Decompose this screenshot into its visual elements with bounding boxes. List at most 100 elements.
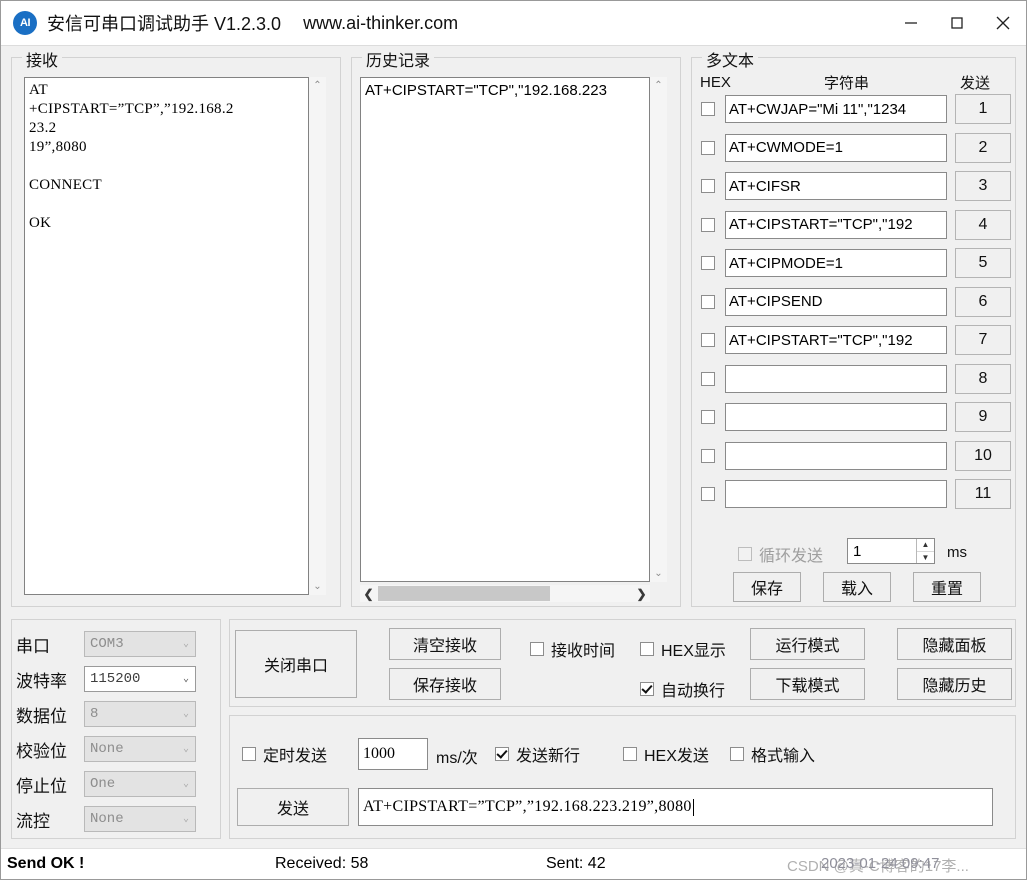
format-input-label: 格式输入 [751, 748, 816, 765]
window-controls [888, 1, 1026, 45]
multitext-send-button[interactable]: 1 [955, 94, 1011, 124]
window-url: www.ai-thinker.com [303, 12, 459, 33]
multitext-input[interactable]: AT+CIPMODE=1 [725, 249, 947, 277]
multitext-hex-checkbox[interactable] [701, 371, 715, 386]
serial-config-row: 波特率 115200 ⌄ [12, 664, 220, 694]
download-mode-button[interactable]: 下载模式 [750, 668, 865, 700]
multitext-input[interactable]: AT+CIPSEND [725, 287, 947, 316]
timed-send-checkbox[interactable] [242, 747, 256, 761]
toggle-port-button[interactable]: 关闭串口 [235, 630, 357, 698]
multitext-hex-checkbox[interactable] [701, 410, 715, 424]
timed-send-checkbox-row[interactable]: 定时发送 [242, 742, 327, 766]
receive-vertical-scrollbar[interactable]: ⌃ ⌄ [309, 77, 326, 595]
hex-display-checkbox-row[interactable]: HEX显示 [640, 637, 726, 661]
multitext-input[interactable] [725, 403, 947, 431]
multitext-send-button[interactable]: 5 [955, 248, 1011, 278]
scroll-down-icon[interactable]: ⌄ [650, 565, 667, 582]
clear-receive-button[interactable]: 清空接收 [389, 628, 501, 660]
hscroll-thumb[interactable] [378, 586, 550, 601]
multitext-send-button[interactable]: 2 [955, 132, 1011, 163]
serial-config-panel: 串口 COM3 ⌄ 波特率 115200 ⌄ 数据位 8 ⌄ 校验位 None ⌄ 停止位 One ⌄ 流控 N… [11, 619, 221, 839]
format-input-checkbox[interactable] [730, 747, 744, 761]
hide-history-button[interactable]: 隐藏历史 [897, 668, 1012, 700]
serial-config-label: 波特率 [16, 671, 67, 691]
chevron-down-icon: ⌄ [182, 639, 190, 650]
run-mode-button[interactable]: 运行模式 [750, 628, 865, 660]
send-input[interactable]: AT+CIPSTART=”TCP”,”192.168.223.219”,8080 [358, 788, 993, 826]
loop-interval-value[interactable]: 1 [848, 543, 916, 560]
send-newline-checkbox[interactable] [495, 747, 509, 761]
hide-panel-button[interactable]: 隐藏面板 [897, 628, 1012, 660]
maximize-button[interactable] [934, 1, 980, 45]
multitext-hex-checkbox[interactable] [701, 487, 715, 501]
save-multitext-button[interactable]: 保存 [733, 572, 801, 602]
multitext-send-button[interactable]: 9 [955, 402, 1011, 432]
serial-config-select: None ⌄ [84, 806, 196, 832]
loop-send-checkbox[interactable] [738, 547, 752, 561]
multitext-hex-checkbox[interactable] [701, 448, 715, 463]
scroll-down-icon[interactable]: ⌄ [309, 578, 326, 595]
save-receive-button[interactable]: 保存接收 [389, 668, 501, 700]
auto-wrap-checkbox[interactable] [640, 682, 654, 696]
close-button[interactable] [980, 1, 1026, 45]
multitext-row: AT+CIFSR 3 [692, 171, 1015, 201]
multitext-input[interactable] [725, 480, 947, 508]
send-button[interactable]: 发送 [237, 788, 349, 826]
history-text: AT+CIPSTART="TCP","192.168.223 [365, 82, 607, 99]
multitext-send-button[interactable]: 3 [955, 171, 1011, 201]
multitext-input[interactable]: AT+CWJAP="Mi 11","1234 [725, 95, 947, 123]
multitext-hex-checkbox[interactable] [701, 256, 715, 270]
hex-send-checkbox-row[interactable]: HEX发送 [623, 742, 709, 766]
scroll-right-icon[interactable]: ❯ [633, 585, 650, 602]
multitext-input[interactable]: AT+CWMODE=1 [725, 133, 947, 162]
multitext-send-button[interactable]: 10 [955, 440, 1011, 471]
history-horizontal-scrollbar[interactable]: ❮ ❯ [360, 585, 650, 602]
serial-config-label: 停止位 [16, 776, 67, 796]
multitext-send-button[interactable]: 11 [955, 479, 1011, 509]
hex-display-checkbox[interactable] [640, 642, 654, 656]
serial-config-select[interactable]: 115200 ⌄ [84, 666, 196, 692]
multitext-hex-checkbox[interactable] [701, 179, 715, 193]
multitext-send-button[interactable]: 6 [955, 286, 1011, 317]
scroll-left-icon[interactable]: ❮ [360, 585, 377, 602]
serial-debug-window: AI 安信可串口调试助手 V1.2.3.0 www.ai-thinker.com… [0, 0, 1027, 880]
timed-interval-input[interactable]: 1000 [358, 738, 428, 770]
hex-send-label: HEX发送 [644, 748, 709, 765]
interval-unit-label: ms/次 [436, 750, 478, 767]
minimize-button[interactable] [888, 1, 934, 45]
multitext-send-button[interactable]: 8 [955, 363, 1011, 394]
spinner-up-icon[interactable]: ▲ [917, 539, 934, 552]
hex-send-checkbox[interactable] [623, 747, 637, 761]
chevron-down-icon: ⌄ [182, 674, 190, 685]
multitext-hex-checkbox[interactable] [701, 333, 715, 347]
history-textarea[interactable]: AT+CIPSTART="TCP","192.168.223 [360, 77, 650, 582]
receive-textarea[interactable]: AT +CIPSTART=”TCP”,”192.168.2 23.2 19”,8… [24, 77, 309, 595]
auto-wrap-checkbox-row[interactable]: 自动换行 [640, 677, 725, 701]
send-newline-checkbox-row[interactable]: 发送新行 [495, 742, 580, 766]
multitext-input[interactable] [725, 441, 947, 470]
loop-send-checkbox-row[interactable]: 循环发送 [738, 542, 823, 566]
multitext-send-button[interactable]: 7 [955, 325, 1011, 355]
load-multitext-button[interactable]: 载入 [823, 572, 891, 602]
multitext-input[interactable]: AT+CIPSTART="TCP","192 [725, 326, 947, 354]
format-input-checkbox-row[interactable]: 格式输入 [730, 742, 815, 766]
reset-multitext-button[interactable]: 重置 [913, 572, 981, 602]
spinner-arrows[interactable]: ▲ ▼ [916, 539, 934, 563]
multitext-input[interactable] [725, 364, 947, 393]
receive-time-checkbox-row[interactable]: 接收时间 [530, 637, 615, 661]
multitext-hex-checkbox[interactable] [701, 294, 715, 309]
scroll-up-icon[interactable]: ⌃ [650, 77, 667, 94]
multitext-hex-checkbox[interactable] [701, 217, 715, 232]
multitext-send-button[interactable]: 4 [955, 209, 1011, 240]
multitext-hex-checkbox[interactable] [701, 102, 715, 116]
loop-interval-spinner[interactable]: 1 ▲ ▼ [847, 538, 935, 564]
history-vertical-scrollbar[interactable]: ⌃ ⌄ [650, 77, 667, 582]
scroll-up-icon[interactable]: ⌃ [309, 77, 326, 94]
multitext-row: 11 [692, 479, 1015, 509]
receive-time-checkbox[interactable] [530, 642, 544, 656]
multitext-hex-checkbox[interactable] [701, 140, 715, 155]
spinner-down-icon[interactable]: ▼ [917, 552, 934, 564]
multitext-input[interactable]: AT+CIPSTART="TCP","192 [725, 210, 947, 239]
serial-config-row: 数据位 8 ⌄ [12, 699, 220, 729]
multitext-input[interactable]: AT+CIFSR [725, 172, 947, 200]
